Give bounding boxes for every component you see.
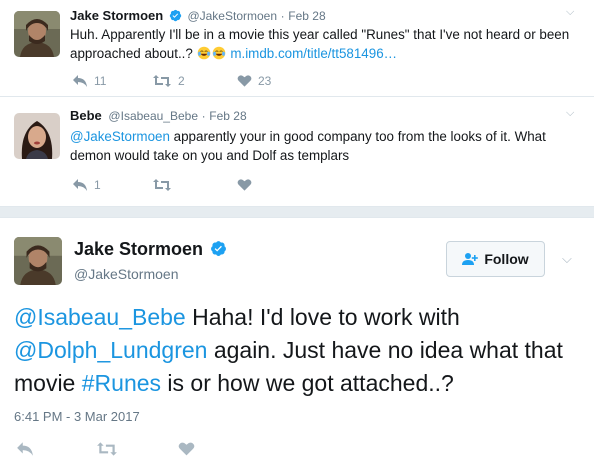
tweet-actions: 1: [72, 176, 252, 194]
retweet-button[interactable]: [96, 441, 178, 457]
hashtag-link[interactable]: #Runes: [82, 370, 161, 396]
retweet-icon: [153, 179, 171, 191]
separator: ·: [280, 9, 285, 23]
tweet-header: Bebe @Isabeau_Bebe · Feb 28: [70, 108, 247, 123]
retweet-button[interactable]: 2: [152, 74, 237, 88]
like-button[interactable]: [178, 441, 195, 457]
tweet-date[interactable]: Feb 28: [209, 109, 246, 123]
retweet-count: 2: [178, 74, 185, 88]
reply-icon: [73, 179, 87, 191]
reply-count: 1: [94, 178, 101, 192]
verified-badge-icon: [169, 9, 182, 22]
tweet-text: Huh. Apparently I'll be in a movie this …: [70, 25, 570, 63]
author-handle[interactable]: @JakeStormoen: [187, 9, 277, 23]
tweet-link[interactable]: m.imdb.com/title/tt581496…: [230, 46, 397, 61]
tweet-body-part: Haha! I'd love to work with: [185, 304, 460, 330]
face-with-tears-of-joy-icon: [212, 46, 225, 60]
avatar[interactable]: [14, 11, 60, 57]
heart-icon: [178, 442, 195, 456]
tweet-date[interactable]: Feb 28: [288, 9, 325, 23]
mention-link[interactable]: @Dolph_Lundgren: [14, 337, 207, 363]
face-with-tears-of-joy-icon: [197, 46, 210, 60]
reply-count: 11: [94, 74, 107, 88]
tweet-actions: [16, 441, 195, 457]
tweet-text: @Isabeau_Bebe Haha! I'd love to work wit…: [14, 301, 584, 400]
heart-icon: [237, 179, 252, 191]
verified-badge-icon: [211, 241, 227, 256]
reply-tweet-2[interactable]: Bebe @Isabeau_Bebe · Feb 28 ⌵ @JakeStorm…: [0, 98, 594, 206]
chevron-down-icon[interactable]: ⌵: [562, 251, 572, 267]
reply-button[interactable]: 11: [72, 74, 152, 88]
reply-icon: [73, 75, 87, 87]
mention-link[interactable]: @JakeStormoen: [70, 129, 170, 144]
reply-tweet-1[interactable]: Jake Stormoen @JakeStormoen · Feb 28 ⌵ H…: [0, 0, 594, 97]
like-button[interactable]: 23: [237, 74, 271, 88]
follow-button[interactable]: Follow: [446, 241, 545, 277]
author-handle[interactable]: @JakeStormoen: [74, 266, 178, 282]
author-name-text: Jake Stormoen: [74, 239, 204, 259]
reply-icon: [17, 442, 33, 456]
follow-label: Follow: [484, 251, 529, 267]
chevron-down-icon[interactable]: ⌵: [566, 107, 574, 120]
tweet-body-part: is or how we got attached..?: [161, 370, 454, 396]
author-handle[interactable]: @Isabeau_Bebe: [108, 109, 198, 123]
tweet-text: @JakeStormoen apparently your in good co…: [70, 127, 570, 165]
like-button[interactable]: [237, 178, 252, 192]
avatar[interactable]: [14, 237, 62, 285]
reply-button[interactable]: 1: [72, 178, 152, 192]
reply-button[interactable]: [16, 441, 96, 457]
tweet-timestamp[interactable]: 6:41 PM - 3 Mar 2017: [14, 409, 140, 424]
avatar[interactable]: [14, 113, 60, 159]
tweet-header: Jake Stormoen @JakeStormoen · Feb 28: [70, 8, 326, 23]
retweet-icon: [97, 442, 117, 456]
author-name[interactable]: Bebe: [70, 108, 102, 123]
tweet-actions: 11 2 23: [72, 72, 271, 90]
chevron-down-icon[interactable]: ⌵: [566, 6, 574, 19]
main-tweet: Jake Stormoen @JakeStormoen Follow ⌵ @Is…: [0, 219, 594, 475]
author-name[interactable]: Jake Stormoen: [74, 239, 227, 260]
like-count: 23: [258, 74, 272, 88]
author-name[interactable]: Jake Stormoen: [70, 8, 163, 23]
add-user-icon: [462, 253, 479, 265]
retweet-button[interactable]: [152, 178, 237, 192]
thread-divider: [0, 206, 594, 218]
retweet-icon: [153, 75, 171, 87]
mention-link[interactable]: @Isabeau_Bebe: [14, 304, 186, 330]
separator: ·: [201, 109, 206, 123]
heart-icon: [237, 75, 252, 87]
